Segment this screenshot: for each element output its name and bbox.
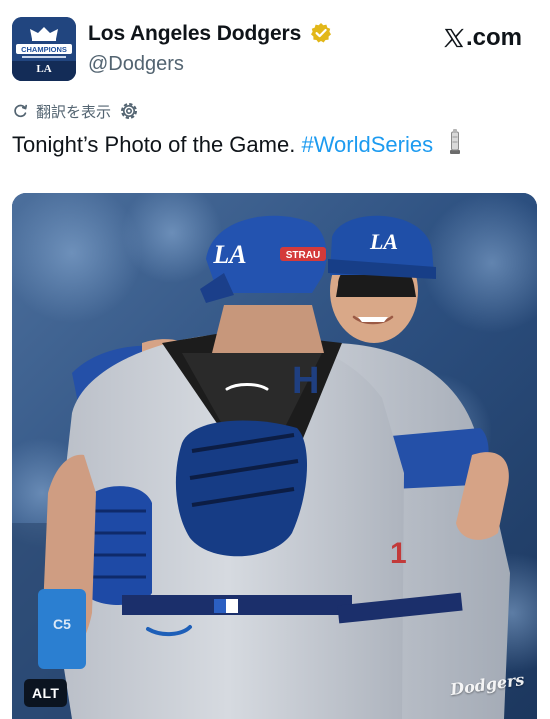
trophy-icon	[450, 129, 461, 154]
translate-link[interactable]: 翻訳を表示	[36, 101, 111, 122]
tweet-body: Tonight’s Photo of the Game.	[12, 132, 296, 157]
helmet-logo-text: LA	[212, 240, 246, 269]
wristband-text: C5	[53, 616, 71, 632]
champions-logo-icon: CHAMPIONS LA	[12, 17, 76, 81]
display-name[interactable]: Los Angeles Dodgers	[88, 20, 301, 48]
author-info: Los Angeles Dodgers @Dodgers	[88, 20, 332, 78]
gear-icon[interactable]	[119, 101, 139, 121]
verified-badge-icon	[310, 22, 331, 42]
sponsor-patch-text: STRAU	[286, 250, 320, 261]
svg-text:LA: LA	[36, 63, 51, 75]
hashtag-link[interactable]: #WorldSeries	[301, 132, 433, 157]
photo-scene: LA H LA STRAU C5 1	[12, 193, 537, 719]
translate-row: 翻訳を表示	[12, 99, 139, 123]
x-logo-icon	[444, 28, 464, 48]
alt-badge[interactable]: ALT	[24, 679, 68, 707]
avatar[interactable]: CHAMPIONS LA	[12, 17, 76, 81]
x-logo[interactable]: .com	[443, 22, 522, 54]
handle[interactable]: @Dodgers	[88, 50, 332, 78]
tweet-text: Tonight’s Photo of the Game. #WorldSerie…	[12, 128, 538, 161]
translate-icon[interactable]	[12, 103, 28, 119]
post-header: CHAMPIONS LA Los Angeles Dodgers @Dodger…	[12, 16, 538, 82]
x-logo-text: .com	[465, 24, 522, 51]
media-photo[interactable]: LA H LA STRAU C5 1 ALT Dodgers	[12, 193, 537, 719]
svg-text:CHAMPIONS: CHAMPIONS	[21, 45, 67, 54]
svg-text:1: 1	[390, 537, 407, 570]
cap-logo-text: LA	[369, 229, 398, 254]
jersey-letter-text: H	[292, 360, 319, 402]
